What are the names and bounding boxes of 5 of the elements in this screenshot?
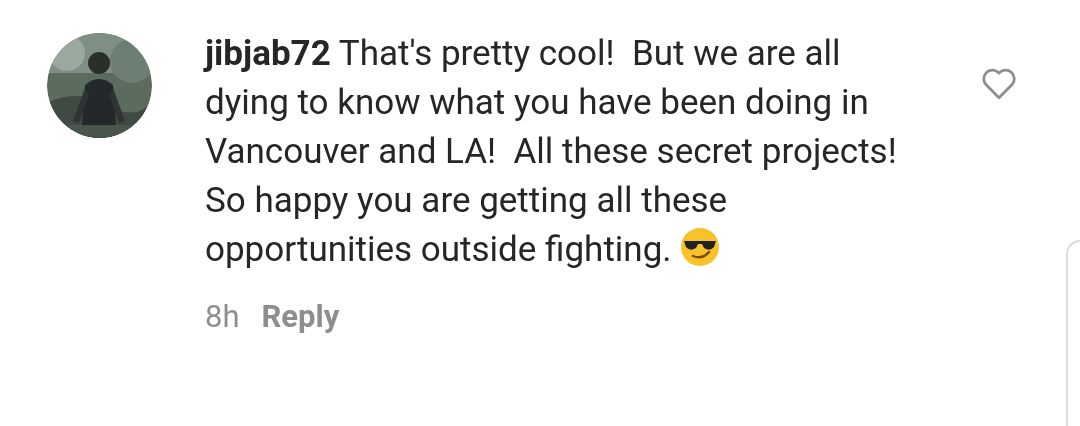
comment-text: jibjab72 That's pretty cool! But we are all dying to know what you have been doing in Vancouver and LA! All these secret projects! So happy you are getting all these opportunities outside fighting. [205, 32, 898, 272]
username-link[interactable]: jibjab72 [205, 33, 331, 74]
sunglasses-smiley-icon [680, 227, 721, 267]
timestamp: 8h [205, 297, 240, 337]
like-icon[interactable] [980, 66, 1018, 100]
